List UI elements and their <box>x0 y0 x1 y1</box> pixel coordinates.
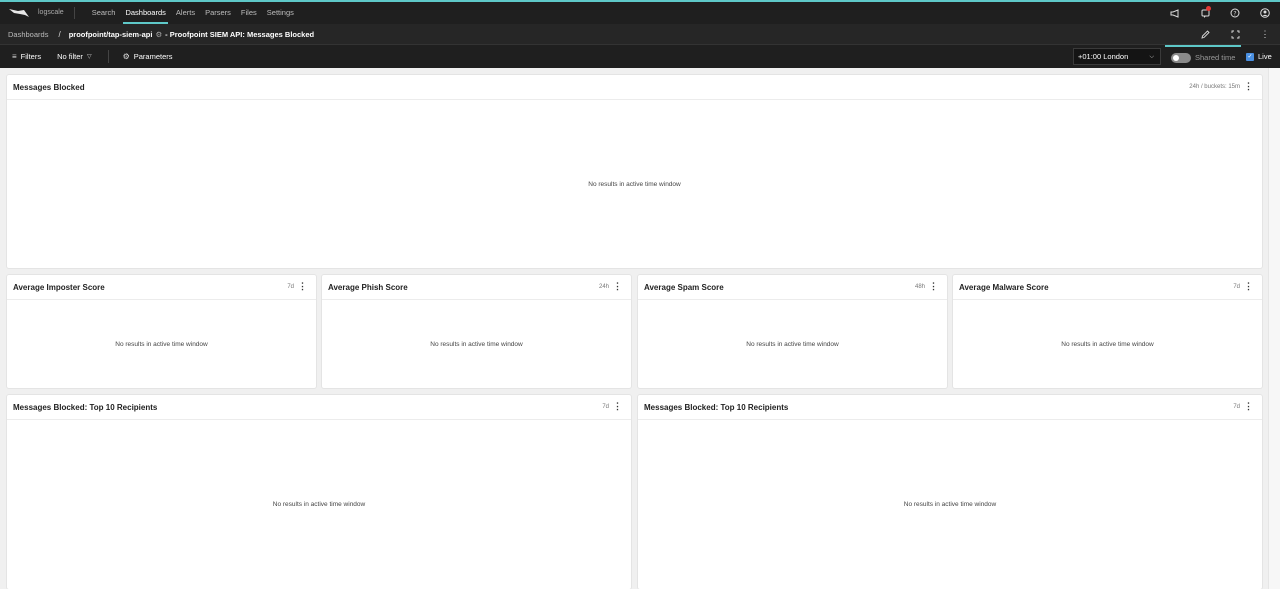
no-filter-label: No filter <box>57 52 83 61</box>
edit-pencil-icon[interactable] <box>1190 24 1220 45</box>
filter-bar: ≡ Filters No filter ▽ ⚙ Parameters +01:0… <box>0 45 1280 68</box>
widget-menu-icon[interactable]: ⋮ <box>1244 281 1253 291</box>
widget-body: No results in active time window <box>7 300 316 388</box>
breadcrumb-dashboards-link[interactable]: Dashboards <box>8 30 48 39</box>
empty-state-message: No results in active time window <box>115 340 208 348</box>
widget-menu-icon[interactable]: ⋮ <box>613 401 622 411</box>
user-avatar-icon[interactable] <box>1250 2 1280 24</box>
no-filter-dropdown[interactable]: No filter ▽ <box>57 50 109 63</box>
live-label: Live <box>1258 52 1272 61</box>
filters-button[interactable]: ≡ Filters <box>12 52 41 61</box>
live-checkbox[interactable]: ✓ Live <box>1246 45 1272 68</box>
widget-body: No results in active time window <box>7 100 1262 268</box>
empty-state-message: No results in active time window <box>1061 340 1154 348</box>
widget-body: No results in active time window <box>638 420 1262 589</box>
empty-state-message: No results in active time window <box>903 501 997 508</box>
parameters-button[interactable]: ⚙ Parameters <box>123 52 173 61</box>
falcon-logo-icon[interactable] <box>8 6 30 20</box>
nav-search[interactable]: Search <box>87 2 121 24</box>
announcement-icon[interactable] <box>1160 2 1190 24</box>
widget-title: Average Malware Score <box>959 282 1049 292</box>
parameters-gear-icon: ⚙ <box>122 52 130 61</box>
dashboard-title: - Proofpoint SIEM API: Messages Blocked <box>165 29 315 39</box>
widget-menu-icon[interactable]: ⋮ <box>929 281 938 291</box>
widget-title: Messages Blocked: Top 10 Recipients <box>13 402 158 412</box>
widget-time-range: 7d <box>1233 284 1240 290</box>
checkmark-icon[interactable]: ✓ <box>1246 52 1254 61</box>
widget-menu-icon[interactable]: ⋮ <box>1244 401 1253 411</box>
nav-alerts[interactable]: Alerts <box>171 2 200 24</box>
filters-label: Filters <box>20 52 42 61</box>
widget-menu-icon[interactable]: ⋮ <box>1244 81 1253 91</box>
widget-messages-blocked: Messages Blocked 24h / buckets: 15m ⋮ No… <box>7 75 1262 268</box>
nav-settings[interactable]: Settings <box>262 2 299 24</box>
widget-average-imposter-score: Average Imposter Score 7d ⋮ No results i… <box>7 275 316 388</box>
filter-lines-icon: ≡ <box>12 52 17 61</box>
chevron-down-icon: ⌵ <box>1149 54 1154 60</box>
empty-state-message: No results in active time window <box>430 340 523 348</box>
widget-header: Average Phish Score 24h ⋮ <box>322 275 631 300</box>
widget-menu-icon[interactable]: ⋮ <box>613 281 622 291</box>
widget-menu-icon[interactable]: ⋮ <box>298 281 307 291</box>
brand-name: logscale <box>38 7 75 19</box>
widget-time-range: 7d <box>602 404 609 410</box>
widget-time-range: 24h <box>598 284 609 290</box>
widget-header: Average Malware Score 7d ⋮ <box>953 275 1262 300</box>
widget-title: Average Spam Score <box>644 282 724 292</box>
widget-body: No results in active time window <box>953 300 1262 388</box>
widget-title: Average Phish Score <box>328 282 408 292</box>
fullscreen-icon[interactable] <box>1220 24 1250 45</box>
widget-header: Messages Blocked 24h / buckets: 15m ⋮ <box>7 75 1262 100</box>
empty-state-message: No results in active time window <box>746 340 839 348</box>
widget-time-range: 48h <box>914 284 925 290</box>
widget-body: No results in active time window <box>7 420 631 589</box>
widget-header: Average Spam Score 48h ⋮ <box>638 275 947 300</box>
notification-badge <box>1206 6 1211 11</box>
widget-average-malware-score: Average Malware Score 7d ⋮ No results in… <box>953 275 1262 388</box>
nav-parsers[interactable]: Parsers <box>200 2 236 24</box>
breadcrumb: Dashboards / proofpoint/tap-siem-api ⚙ -… <box>0 24 1280 45</box>
shared-time-label: Shared time <box>1195 53 1236 62</box>
widget-title: Messages Blocked: Top 10 Recipients <box>644 402 789 412</box>
widget-header: Messages Blocked: Top 10 Recipients 7d ⋮ <box>638 395 1262 420</box>
notifications-icon[interactable] <box>1190 2 1220 24</box>
widget-header: Messages Blocked: Top 10 Recipients 7d ⋮ <box>7 395 631 420</box>
breadcrumb-package[interactable]: proofpoint/tap-siem-api <box>69 30 153 39</box>
parameters-label: Parameters <box>133 52 173 61</box>
widget-average-spam-score: Average Spam Score 48h ⋮ No results in a… <box>638 275 947 388</box>
widget-average-phish-score: Average Phish Score 24h ⋮ No results in … <box>322 275 631 388</box>
nav-dashboards[interactable]: Dashboards <box>120 2 170 24</box>
shared-time-toggle[interactable]: Shared time <box>1165 45 1241 68</box>
chevron-down-icon: ▽ <box>86 54 92 60</box>
top-icons: ? <box>1160 2 1280 24</box>
widget-title: Messages Blocked <box>13 82 85 92</box>
main-nav: Search Dashboards Alerts Parsers Files S… <box>87 2 299 24</box>
widget-body: No results in active time window <box>322 300 631 388</box>
widget-body: No results in active time window <box>638 300 947 388</box>
empty-state-message: No results in active time window <box>588 180 681 188</box>
more-vertical-icon[interactable]: ⋮ <box>1250 24 1280 45</box>
nav-files[interactable]: Files <box>236 2 262 24</box>
widget-header: Average Imposter Score 7d ⋮ <box>7 275 316 300</box>
widget-time-range: 7d <box>1233 404 1240 410</box>
widget-top-10-recipients-left: Messages Blocked: Top 10 Recipients 7d ⋮… <box>7 395 631 589</box>
widget-top-10-recipients-right: Messages Blocked: Top 10 Recipients 7d ⋮… <box>638 395 1262 589</box>
timezone-select[interactable]: +01:00 London ⌵ <box>1073 48 1161 65</box>
svg-text:?: ? <box>1233 10 1236 17</box>
dashboard-actions: ⋮ <box>1190 24 1280 45</box>
top-navigation: logscale Search Dashboards Alerts Parser… <box>0 0 1280 24</box>
widget-time-range: 24h / buckets: 15m <box>1189 84 1240 90</box>
toggle-switch[interactable] <box>1171 52 1191 63</box>
package-settings-icon[interactable]: ⚙ <box>155 30 162 39</box>
timezone-value: +01:00 London <box>1078 52 1129 61</box>
widget-title: Average Imposter Score <box>13 282 105 292</box>
breadcrumb-separator: / <box>58 29 61 39</box>
help-icon[interactable]: ? <box>1220 2 1250 24</box>
empty-state-message: No results in active time window <box>272 501 366 508</box>
widget-time-range: 7d <box>287 284 294 290</box>
scrollbar[interactable] <box>1268 68 1280 589</box>
